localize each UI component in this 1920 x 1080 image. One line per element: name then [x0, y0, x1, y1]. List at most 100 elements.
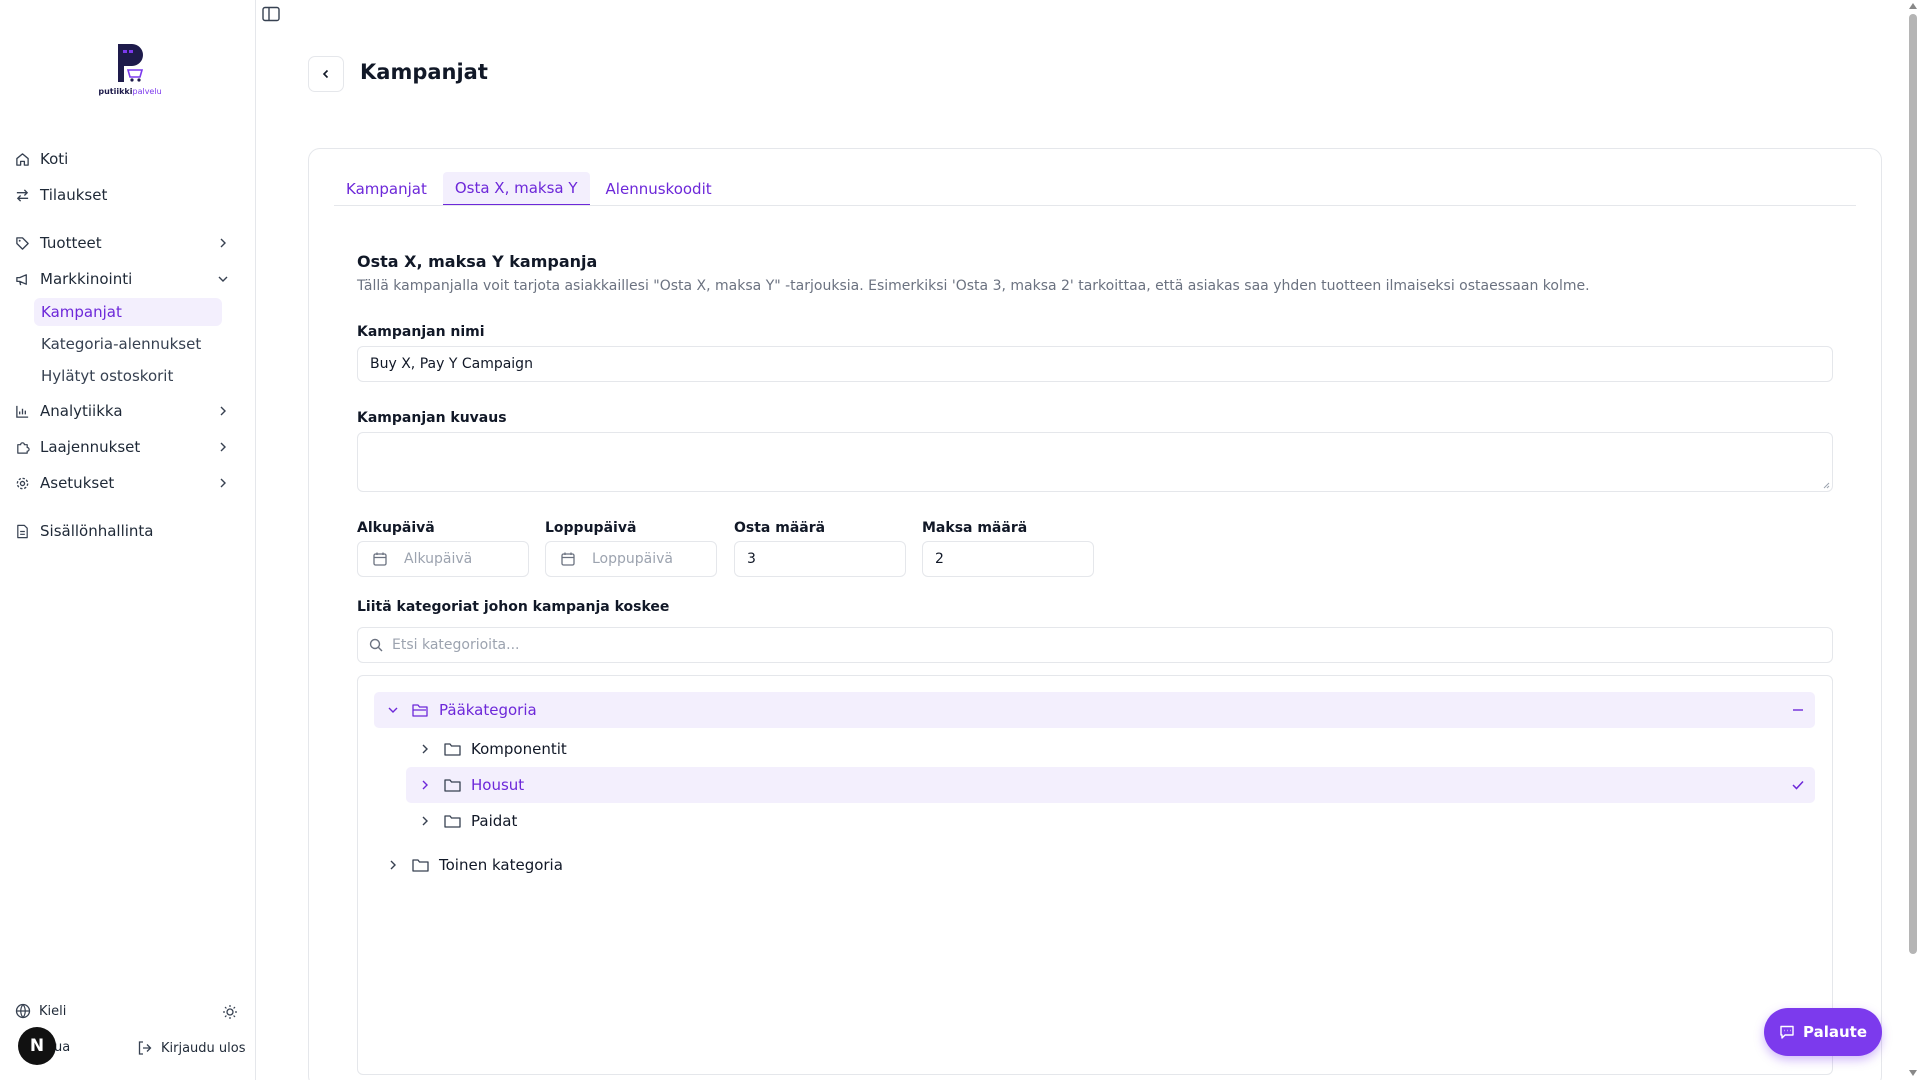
- end-date-picker[interactable]: Loppupäivä: [545, 541, 717, 577]
- chevron-right-icon[interactable]: [386, 858, 400, 872]
- chevron-right-icon[interactable]: [418, 814, 432, 828]
- campaign-name-label: Kampanjan nimi: [357, 324, 485, 340]
- sidebar-subitem-kampanjat[interactable]: Kampanjat: [34, 298, 222, 326]
- gear-icon: [14, 475, 30, 491]
- folder-icon: [444, 814, 461, 828]
- scrollbar-thumb[interactable]: [1909, 14, 1917, 954]
- campaign-name-input[interactable]: Buy X, Pay Y Campaign: [357, 346, 1833, 382]
- document-icon: [14, 523, 30, 539]
- folder-icon: [412, 858, 429, 872]
- tree-item-label: Paidat: [471, 812, 518, 830]
- tab-alennuskoodit[interactable]: Alennuskoodit: [594, 172, 724, 206]
- search-icon: [369, 638, 383, 652]
- brand-logo[interactable]: putiikkipalvelu: [96, 42, 164, 102]
- section-title: Osta X, maksa Y kampanja: [357, 252, 598, 271]
- category-search-input[interactable]: Etsi kategorioita...: [357, 627, 1833, 663]
- chevron-right-icon: [220, 406, 226, 416]
- sidebar-item-tilaukset[interactable]: Tilaukset: [14, 180, 242, 210]
- scroll-up-icon[interactable]: [1909, 3, 1917, 9]
- globe-icon: [15, 1003, 31, 1019]
- chevron-right-icon: [220, 442, 226, 452]
- campaign-description-input[interactable]: [357, 432, 1833, 492]
- tree-item-komponentit[interactable]: Komponentit: [406, 731, 1815, 767]
- chevron-down-icon[interactable]: [386, 703, 400, 717]
- pay-quantity-label: Maksa määrä: [922, 520, 1028, 536]
- tabs-divider: [334, 205, 1856, 206]
- tree-item-toinen-kategoria[interactable]: Toinen kategoria: [374, 847, 1815, 883]
- sidebar-subitem-hylatyt-ostoskorit[interactable]: Hylätyt ostoskorit: [34, 362, 222, 390]
- tree-item-paakategoria[interactable]: Pääkategoria: [374, 692, 1815, 728]
- calendar-icon: [561, 552, 575, 566]
- chevron-down-icon: [218, 276, 228, 282]
- sidebar-item-label: Tuotteet: [40, 234, 102, 252]
- buy-quantity-input[interactable]: 3: [734, 541, 906, 577]
- categories-label: Liitä kategoriat johon kampanja koskee: [357, 599, 670, 615]
- tree-item-housut[interactable]: Housut: [406, 767, 1815, 803]
- folder-icon: [444, 742, 461, 756]
- chevron-right-icon[interactable]: [418, 742, 432, 756]
- end-date-label: Loppupäivä: [545, 520, 637, 536]
- sidebar-item-label: Sisällönhallinta: [40, 522, 154, 540]
- chart-icon: [14, 403, 30, 419]
- tree-item-label: Housut: [471, 776, 525, 794]
- sidebar-item-asetukset[interactable]: Asetukset: [14, 468, 242, 498]
- page-title: Kampanjat: [360, 60, 488, 84]
- campaign-description-label: Kampanjan kuvaus: [357, 410, 507, 426]
- campaign-tabs: Kampanjat Osta X, maksa Y Alennuskoodit: [334, 172, 728, 206]
- sidebar-item-label: Koti: [40, 150, 69, 168]
- arrows-icon: [14, 187, 30, 203]
- calendar-icon: [373, 552, 387, 566]
- back-button[interactable]: [308, 56, 344, 92]
- language-button[interactable]: Kieli: [15, 1003, 66, 1019]
- category-search-placeholder: Etsi kategorioita...: [392, 637, 520, 653]
- logout-button[interactable]: Kirjaudu ulos: [137, 1040, 246, 1056]
- sidebar: putiikkipalvelu Koti Tilaukset Tuotteet: [0, 0, 256, 1080]
- sidebar-subitem-kategoria-alennukset[interactable]: Kategoria-alennukset: [34, 330, 222, 358]
- folder-open-icon: [412, 703, 428, 717]
- check-icon: [1792, 780, 1804, 790]
- sidebar-item-label: Markkinointi: [40, 270, 133, 288]
- page-scrollbar[interactable]: [1906, 0, 1920, 1080]
- folder-icon: [444, 778, 461, 792]
- tree-item-paidat[interactable]: Paidat: [406, 803, 1815, 839]
- section-description: Tällä kampanjalla voit tarjota asiakkail…: [357, 278, 1590, 294]
- logout-icon: [138, 1041, 152, 1055]
- tab-kampanjat[interactable]: Kampanjat: [334, 172, 439, 206]
- logout-label: Kirjaudu ulos: [161, 1040, 246, 1056]
- sidebar-toggle-icon[interactable]: [262, 6, 280, 22]
- home-icon: [14, 151, 30, 167]
- tree-item-label: Pääkategoria: [439, 701, 537, 719]
- tab-osta-x-maksa-y[interactable]: Osta X, maksa Y: [442, 172, 590, 206]
- pay-quantity-input[interactable]: 2: [922, 541, 1094, 577]
- logo-wordmark: putiikkipalvelu: [98, 87, 162, 96]
- tree-item-label: Toinen kategoria: [439, 856, 563, 874]
- sidebar-item-label: Tilaukset: [40, 186, 108, 204]
- scroll-down-icon[interactable]: [1909, 1070, 1917, 1076]
- sidebar-item-sisallonhallinta[interactable]: Sisällönhallinta: [14, 516, 242, 546]
- feedback-button[interactable]: Palaute: [1764, 1008, 1882, 1056]
- sidebar-item-tuotteet[interactable]: Tuotteet: [14, 228, 242, 258]
- sidebar-item-laajennukset[interactable]: Laajennukset: [14, 432, 242, 462]
- sun-icon[interactable]: [222, 1004, 238, 1020]
- start-date-label: Alkupäivä: [357, 520, 435, 536]
- minus-icon: [1793, 709, 1803, 711]
- sidebar-item-markkinointi[interactable]: Markkinointi: [14, 264, 242, 294]
- chevron-right-icon: [220, 238, 226, 248]
- feedback-label: Palaute: [1803, 1023, 1867, 1041]
- chevron-left-icon: [322, 69, 329, 79]
- sidebar-item-label: Laajennukset: [40, 438, 141, 456]
- language-label: Kieli: [39, 1003, 67, 1019]
- tag-icon: [14, 235, 30, 251]
- sidebar-item-label: Analytiikka: [40, 402, 123, 420]
- sidebar-item-koti[interactable]: Koti: [14, 144, 242, 174]
- start-date-picker[interactable]: Alkupäivä: [357, 541, 529, 577]
- chevron-right-icon[interactable]: [418, 778, 432, 792]
- app-root: putiikkipalvelu Koti Tilaukset Tuotteet: [0, 0, 1920, 1080]
- avatar[interactable]: N: [18, 1027, 56, 1065]
- buy-quantity-label: Osta määrä: [734, 520, 826, 536]
- theme-label[interactable]: ua: [54, 1040, 70, 1055]
- puzzle-icon: [14, 439, 30, 455]
- sidebar-item-analytiikka[interactable]: Analytiikka: [14, 396, 242, 426]
- resize-grip-icon[interactable]: [1822, 481, 1830, 489]
- start-date-placeholder: Alkupäivä: [404, 551, 473, 567]
